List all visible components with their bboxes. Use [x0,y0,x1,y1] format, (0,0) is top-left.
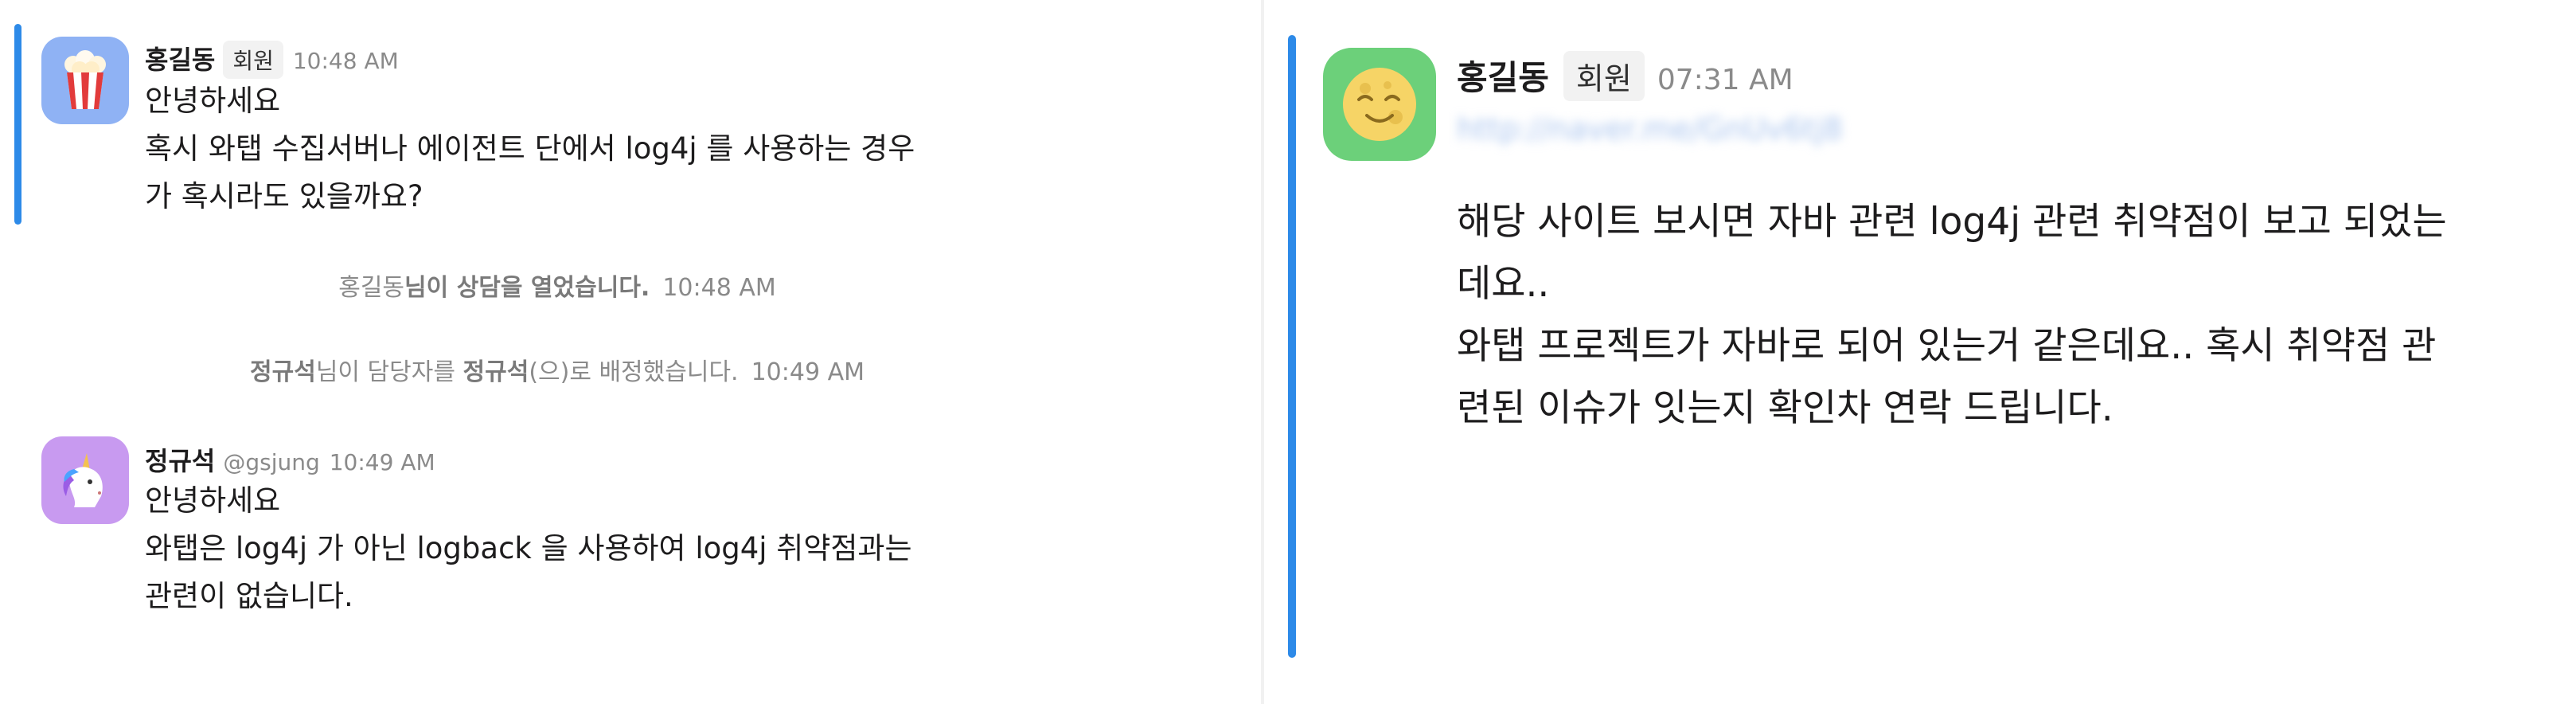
message-line: 련된 이슈가 잇는지 확인차 연락 드립니다. [1457,386,2113,430]
author-handle[interactable]: @gsjung [223,449,319,475]
popcorn-icon [57,50,113,111]
author-name[interactable]: 홍길동 [1457,51,1549,100]
panel-divider [1261,0,1264,704]
blurred-link[interactable]: http://naver.me/GnUv6tj8 [1457,111,1843,147]
message-line: 데요.. [1457,262,1550,306]
message-header: 홍길동 회원 10:48 AM [145,40,399,79]
message-line: 와탭은 log4j 가 아닌 logback 을 사용하여 log4j 취약점과… [145,531,912,565]
message-time[interactable]: 10:49 AM [330,449,435,475]
system-message-opened: 홍길동님이 상담을 열었습니다. 10:48 AM [64,268,1051,303]
system-actor: 정규석 [250,358,316,386]
message-time[interactable]: 10:48 AM [293,48,399,74]
system-time: 10:49 AM [751,358,865,386]
system-message-assigned: 정규석님이 담당자를 정규석(으)로 배정했습니다. 10:49 AM [64,352,1051,387]
system-text: 님이 상담을 열었습니다. [404,274,650,302]
message-line: 혹시 와탭 수집서버나 에이전트 단에서 log4j 를 사용하는 경우 [145,131,915,166]
avatar[interactable] [41,436,129,524]
message-line: 안녕하세요 [145,84,281,118]
thread-highlight-bar [1288,35,1296,658]
author-name[interactable]: 홍길동 [145,40,215,76]
left-chat-panel: 홍길동 회원 10:48 AM 안녕하세요 혹시 와탭 수집서버나 에이전트 단… [0,0,1258,704]
system-text: 님이 담당자를 [315,358,463,386]
smiling-moon-icon [1340,65,1419,144]
thread-highlight-bar [14,24,21,225]
unicorn-icon [55,450,115,510]
message-header: 홍길동 회원 07:31 AM [1457,51,1793,101]
message-header: 정규석 @gsjung 10:49 AM [145,441,435,478]
message-line: 관련이 없습니다. [145,579,353,613]
member-badge: 회원 [1563,51,1645,101]
system-assignee: 정규석 [463,358,529,386]
right-chat-panel: 홍길동 회원 07:31 AM http://naver.me/GnUv6tj8… [1270,0,2576,704]
message-time[interactable]: 07:31 AM [1657,64,1793,96]
member-badge: 회원 [223,41,283,79]
message-line: 와탭 프로젝트가 자바로 되어 있는거 같은데요.. 혹시 취약점 관 [1457,324,2437,368]
system-time: 10:48 AM [662,274,776,302]
avatar[interactable] [41,37,129,124]
system-actor: 홍길동 [338,274,405,302]
author-name[interactable]: 정규석 [145,441,215,478]
avatar[interactable] [1323,48,1436,161]
message-line: 해당 사이트 보시면 자바 관련 log4j 관련 취약점이 보고 되었는 [1457,200,2447,244]
message-line: 안녕하세요 [145,483,281,518]
message-line: 가 혹시라도 있을까요? [145,179,423,213]
system-text: (으)로 배정했습니다. [529,358,739,386]
